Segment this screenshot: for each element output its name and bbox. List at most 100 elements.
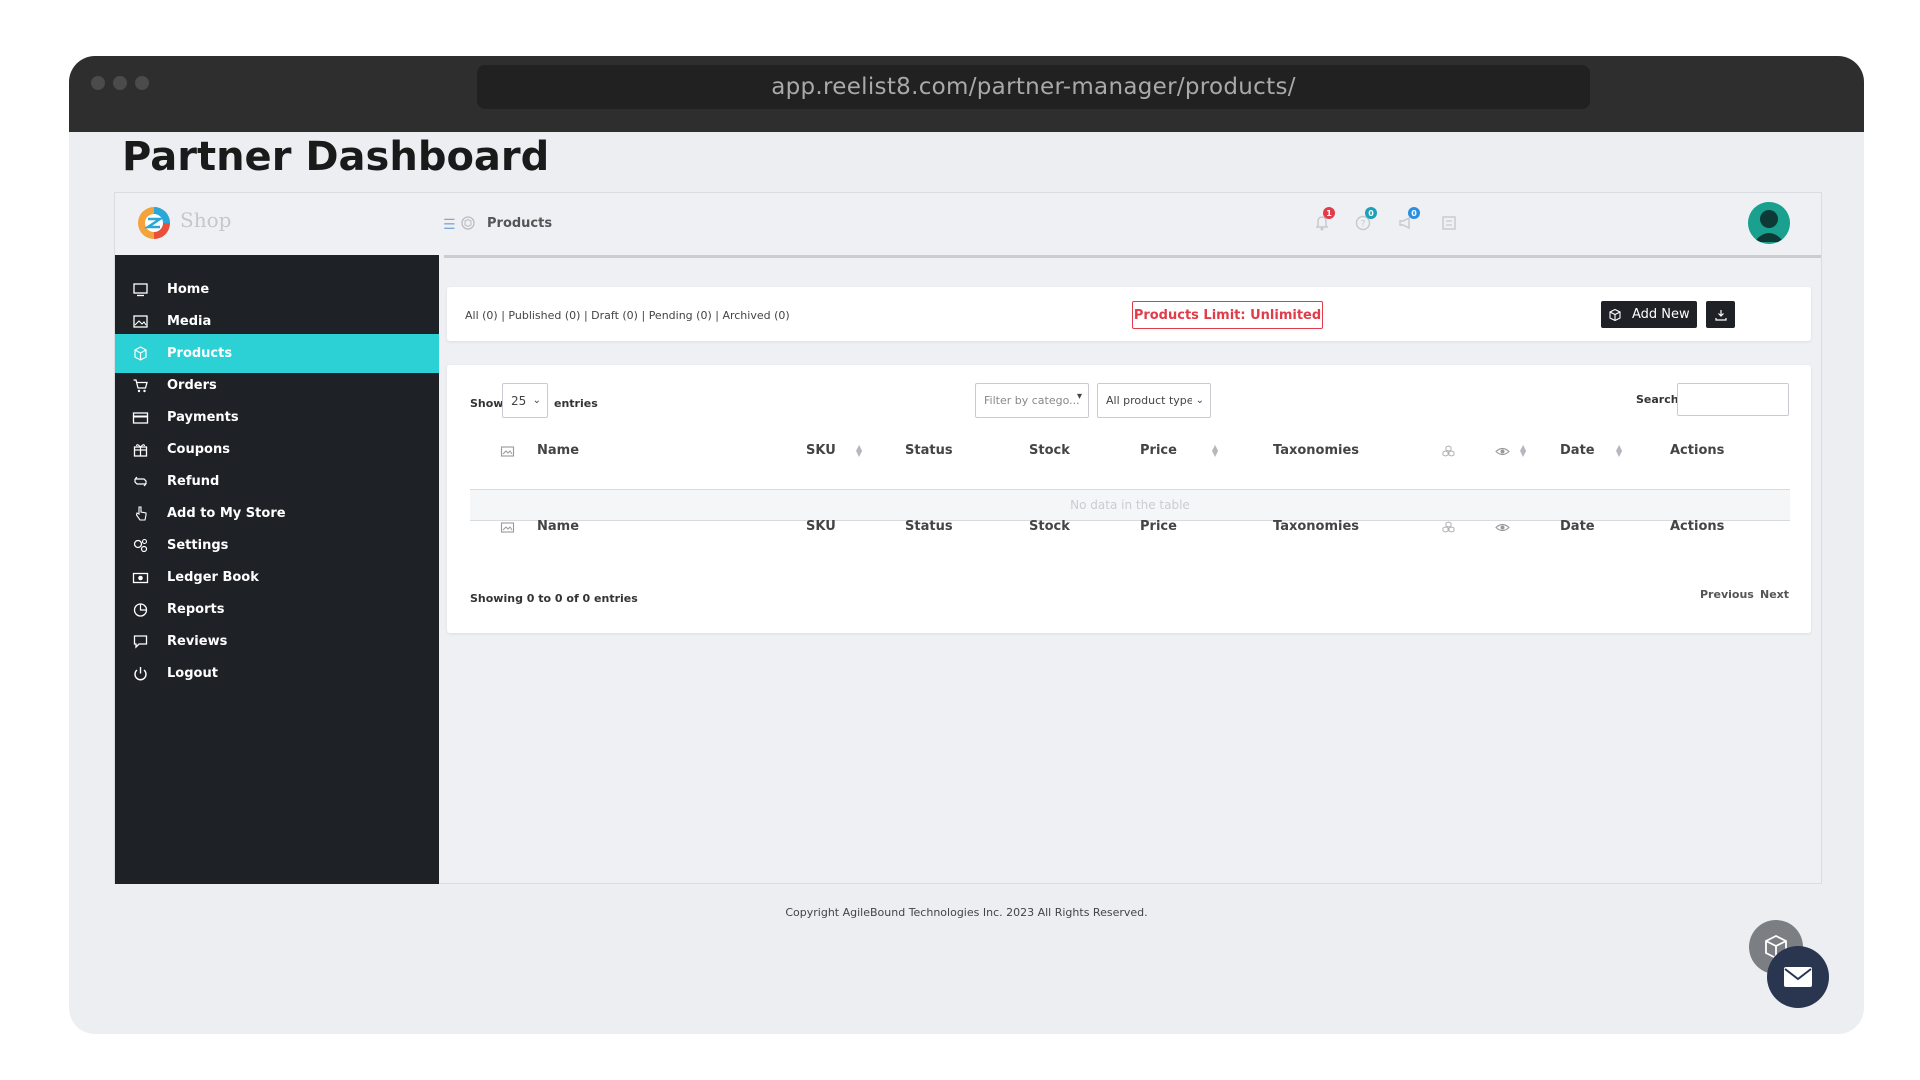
product-type-value: All product types (1106, 394, 1192, 407)
filter-published-link[interactable]: Published (0) (508, 309, 580, 322)
import-button[interactable] (1706, 301, 1735, 328)
sidebar-item-label: Settings (167, 538, 229, 553)
next-button[interactable]: Next (1760, 588, 1789, 601)
sidebar-item-label: Products (167, 346, 233, 361)
footer-column-status: Status (905, 519, 953, 534)
sort-icon[interactable]: ▲ ▼ (1616, 444, 1622, 458)
entries-value: 25 (511, 393, 527, 408)
status-filter-links: All (0) | Published (0) | Draft (0) | Pe… (465, 309, 790, 322)
entries-select[interactable]: 25 ⌄ (502, 383, 548, 418)
filter-archived-link[interactable]: Archived (0) (722, 309, 789, 322)
browser-bar: app.reelist8.com/partner-manager/product… (69, 56, 1864, 132)
footer-column-actions: Actions (1670, 519, 1725, 534)
window-dot-maximize[interactable] (135, 76, 149, 90)
sidebar-item-label: Reports (167, 602, 225, 617)
sidebar-item-label: Orders (167, 378, 217, 393)
footer-column-date: Date (1560, 519, 1595, 534)
sidebar-item-label: Coupons (167, 442, 230, 457)
monitor-icon (133, 283, 148, 297)
separator: | (711, 309, 723, 322)
search-input[interactable] (1677, 383, 1789, 416)
profile-card-icon[interactable] (1439, 213, 1459, 233)
window-dot-minimize[interactable] (113, 76, 127, 90)
add-new-button[interactable]: Add New (1601, 301, 1697, 328)
sidebar-item-label: Media (167, 314, 212, 329)
column-status: Status (905, 443, 953, 458)
product-type-select[interactable]: All product types ⌄ (1097, 383, 1211, 418)
browser-window: app.reelist8.com/partner-manager/product… (69, 56, 1864, 1034)
category-filter-select[interactable]: Filter by catego... ▾ (975, 383, 1089, 418)
previous-button[interactable]: Previous (1700, 588, 1754, 601)
caret-down-icon: ▾ (1076, 391, 1082, 402)
product-status-card: All (0) | Published (0) | Draft (0) | Pe… (447, 287, 1811, 341)
window-dot-close[interactable] (91, 76, 105, 90)
category-filter-value: Filter by catego... (984, 394, 1080, 407)
sidebar-item-label: Refund (167, 474, 220, 489)
gift-icon (133, 444, 148, 457)
sidebar: Home Media Products Orders Payments Coupons Re… (115, 255, 439, 884)
image-column-icon (500, 446, 515, 457)
chevron-down-icon: ⌄ (532, 395, 541, 406)
sidebar-item-label: Ledger Book (167, 570, 259, 585)
sort-icon[interactable]: ▲ ▼ (856, 444, 862, 458)
gears-icon (133, 538, 148, 553)
column-name[interactable]: Name (537, 443, 579, 458)
sort-icon[interactable]: ▲ ▼ (1520, 444, 1526, 458)
separator: | (580, 309, 592, 322)
cube-icon (134, 346, 147, 361)
url-bar[interactable]: app.reelist8.com/partner-manager/product… (477, 65, 1590, 109)
separator: | (637, 309, 649, 322)
floating-message-button[interactable] (1767, 946, 1829, 1008)
footer-column-sku: SKU (806, 519, 836, 534)
menu-toggle-icon[interactable]: ☰ (443, 217, 456, 233)
chevron-down-icon: ⌄ (1195, 395, 1204, 406)
user-silhouette-icon (1748, 202, 1790, 244)
footer-column-stock: Stock (1029, 519, 1070, 534)
column-price[interactable]: Price (1140, 443, 1177, 458)
image-icon (133, 315, 148, 328)
download-icon (1714, 309, 1727, 321)
footer-column-name: Name (537, 519, 580, 534)
filter-draft-link[interactable]: Draft (0) (591, 309, 638, 322)
shop-logo-icon[interactable] (137, 206, 171, 240)
entries-label: entries (554, 397, 598, 410)
breadcrumb-current: Products (487, 216, 553, 231)
notification-badge: 1 (1323, 207, 1335, 219)
sidebar-item-label: Logout (167, 666, 218, 681)
topbar-divider (444, 255, 1821, 258)
sidebar-item-label: Home (167, 282, 210, 297)
sidebar-item-label: Payments (167, 410, 239, 425)
column-taxonomies: Taxonomies (1273, 443, 1360, 458)
filter-pending-link[interactable]: Pending (0) (649, 309, 712, 322)
power-icon (134, 667, 147, 681)
envelope-icon (1784, 967, 1812, 987)
table-info: Showing 0 to 0 of 0 entries (470, 592, 638, 605)
eye-icon (1495, 523, 1510, 532)
breadcrumb-cube-icon (461, 216, 475, 230)
cart-icon (133, 379, 148, 393)
sidebar-item-label: Add to My Store (167, 506, 286, 521)
sidebar-item-label: Reviews (167, 634, 228, 649)
comment-icon (133, 635, 148, 649)
cubes-icon (1442, 445, 1455, 457)
filter-all-link[interactable]: All (0) (465, 309, 498, 322)
credit-card-icon (132, 412, 149, 424)
empty-table-message: No data in the table (470, 490, 1790, 520)
image-column-icon (500, 522, 515, 533)
sidebar-item-logout[interactable]: Logout (115, 654, 439, 693)
page-title: Partner Dashboard (122, 134, 550, 180)
sort-icon[interactable]: ▲ ▼ (1212, 444, 1218, 458)
footer-column-price: Price (1140, 519, 1177, 534)
app-frame: Shop ☰ Products 1 ? 0 0 Home Media Produ… (114, 192, 1822, 884)
column-date[interactable]: Date (1560, 443, 1595, 458)
app-topbar: Shop ☰ Products 1 ? 0 0 (115, 193, 1821, 255)
add-new-label: Add New (1632, 307, 1690, 322)
svg-text:?: ? (1361, 220, 1366, 230)
money-bill-icon (132, 572, 149, 584)
user-avatar[interactable] (1748, 202, 1790, 244)
hand-pointer-icon (135, 506, 147, 521)
separator: | (497, 309, 509, 322)
footer-column-taxonomies: Taxonomies (1273, 519, 1360, 534)
cubes-icon (1442, 521, 1455, 533)
column-sku[interactable]: SKU (806, 443, 836, 458)
